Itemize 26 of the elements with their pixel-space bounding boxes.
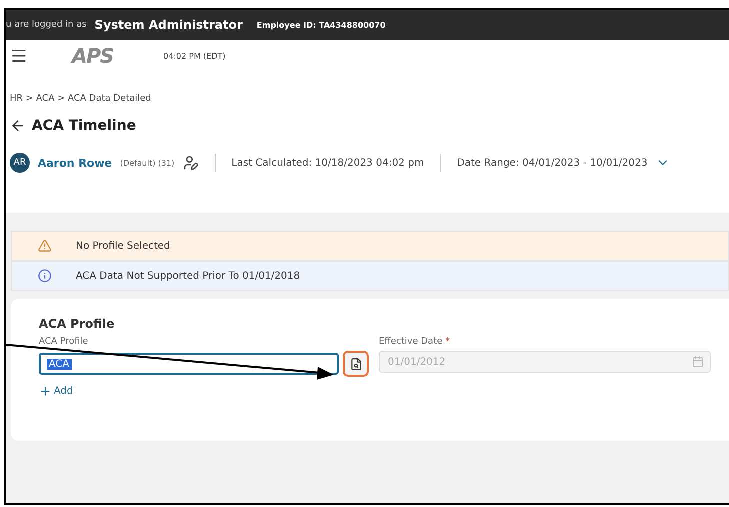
date-range: Date Range: 04/01/2023 - 10/01/2023 (457, 158, 648, 168)
alert-text: No Profile Selected (76, 240, 170, 252)
search-document-icon (350, 358, 362, 370)
logo: APS (72, 44, 114, 68)
employee-name-link[interactable]: Aaron Rowe (38, 156, 112, 170)
time-label: 04:02 PM (EDT) (164, 52, 226, 60)
menu-icon[interactable] (10, 47, 28, 65)
lookup-button[interactable] (343, 351, 369, 377)
page-title: ACA Timeline (32, 118, 136, 134)
warning-icon (38, 239, 52, 253)
user-name: System Administrator (94, 18, 243, 32)
person-edit-icon[interactable] (182, 155, 199, 171)
field-label: ACA Profile (39, 337, 90, 347)
add-button[interactable]: Add (39, 385, 74, 398)
info-icon (38, 269, 52, 283)
last-calculated: Last Calculated: 10/18/2023 04:02 pm (232, 158, 424, 168)
card-title: ACA Profile (39, 317, 116, 331)
plus-icon (39, 385, 52, 398)
field-label: Effective Date * (379, 337, 452, 347)
avatar: AR (10, 153, 30, 173)
alert-text: ACA Data Not Supported Prior To 01/01/2018 (76, 270, 300, 282)
input-field[interactable]: ACA (39, 353, 339, 375)
employee-id: Employee ID: TA4348800070 (256, 20, 386, 30)
breadcrumb: HR > ACA > ACA Data Detailed (9, 93, 152, 104)
logged-in-label: u are logged in as (6, 20, 87, 30)
employee-detail: (Default) (31) (120, 158, 175, 168)
